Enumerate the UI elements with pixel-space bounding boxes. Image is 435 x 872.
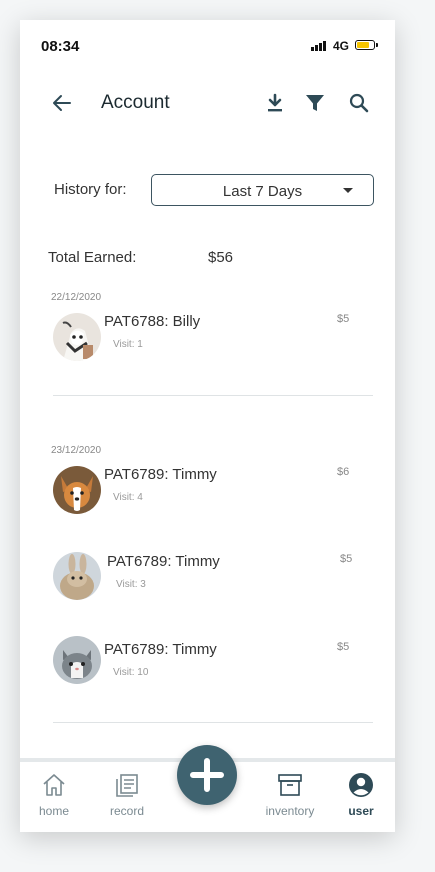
phone-screen: 08:34 4G Account History for: Last 7 Day… — [20, 20, 395, 832]
entry-visit: Visit: 1 — [113, 339, 143, 350]
entry-amount: $5 — [337, 313, 350, 325]
total-earned-label: Total Earned: — [48, 249, 137, 266]
tab-home[interactable]: home — [24, 762, 84, 832]
cat-avatar — [53, 636, 101, 684]
list-item[interactable]: PAT6788: Billy Visit: 1 $5 — [20, 310, 395, 370]
status-time: 08:34 — [41, 38, 80, 55]
total-earned-value: $56 — [208, 249, 234, 266]
home-icon — [43, 774, 65, 796]
filter-icon[interactable] — [303, 91, 327, 115]
entry-name: PAT6788: Billy — [104, 313, 201, 330]
download-icon[interactable] — [263, 91, 287, 115]
chevron-down-icon — [343, 188, 353, 193]
divider — [53, 395, 373, 396]
rabbit-avatar — [53, 552, 101, 600]
dog-avatar — [53, 466, 101, 514]
add-button[interactable] — [177, 745, 237, 805]
group-date: 22/12/2020 — [51, 292, 102, 303]
goat-avatar — [53, 313, 101, 361]
entry-visit: Visit: 4 — [113, 492, 143, 503]
tab-record-label: record — [109, 804, 144, 818]
period-dropdown-value: Last 7 Days — [222, 183, 303, 200]
network-type: 4G — [333, 39, 350, 53]
entry-visit: Visit: 10 — [113, 667, 149, 678]
entry-name: PAT6789: Timmy — [107, 553, 220, 570]
list-item[interactable]: PAT6789: Timmy Visit: 4 $6 — [20, 463, 395, 523]
divider — [53, 722, 373, 723]
plus-icon — [190, 758, 224, 792]
page-title: Account — [101, 92, 170, 113]
user-icon — [349, 773, 373, 797]
app-header: Account — [20, 80, 395, 128]
tab-inventory[interactable]: inventory — [260, 762, 320, 832]
back-arrow-icon[interactable] — [50, 91, 74, 115]
entry-visit: Visit: 3 — [116, 579, 146, 590]
list-item[interactable]: PAT6789: Timmy Visit: 3 $5 — [20, 548, 395, 608]
history-for-label: History for: — [54, 181, 127, 198]
entry-amount: $5 — [337, 641, 350, 653]
entry-name: PAT6789: Timmy — [104, 641, 217, 658]
tab-user-label: user — [348, 804, 374, 818]
entry-amount: $6 — [337, 466, 350, 478]
status-bar: 08:34 4G — [20, 20, 395, 64]
search-icon[interactable] — [347, 91, 371, 115]
battery-level — [357, 42, 369, 48]
group-date: 23/12/2020 — [51, 445, 102, 456]
tab-user[interactable]: user — [331, 762, 391, 832]
entry-name: PAT6789: Timmy — [104, 466, 217, 483]
tab-home-label: home — [38, 804, 70, 818]
battery-icon — [355, 40, 378, 50]
signal-icon — [311, 41, 327, 51]
list-item[interactable]: PAT6789: Timmy Visit: 10 $5 — [20, 636, 395, 696]
entry-amount: $5 — [340, 553, 353, 565]
tab-record[interactable]: record — [97, 762, 157, 832]
archive-icon — [278, 774, 302, 796]
period-dropdown[interactable]: Last 7 Days — [151, 174, 374, 206]
tab-inventory-label: inventory — [265, 804, 315, 818]
record-icon — [116, 774, 138, 797]
